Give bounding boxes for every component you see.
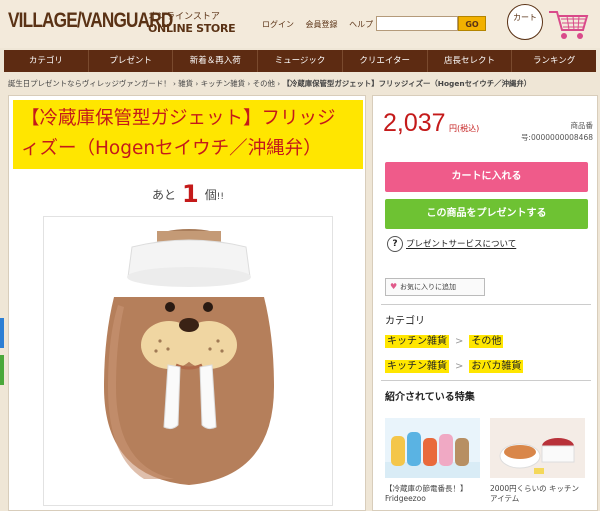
chevron-right-icon: >	[455, 361, 464, 372]
feature-title: 2000円くらいの キッチンアイテム	[490, 484, 579, 503]
purchase-panel: 2,037 円(税込) 商品番 号:0000000008468 カートに入れる …	[372, 95, 598, 511]
chevron-right-icon: >	[455, 336, 464, 347]
shopping-cart-icon[interactable]	[547, 6, 591, 42]
fridgeezoo-lineup-icon	[385, 432, 480, 478]
category-heading: カテゴリ	[385, 316, 425, 327]
product-main-panel: 【冷蔵庫保管型ガジェット】フリッジ ィズー（Hogenセイウチ／沖縄弁） あと 1…	[8, 95, 366, 511]
product-title-line2: ィズー（Hogenセイウチ／沖縄弁）	[21, 138, 322, 159]
heart-icon: ♥	[390, 282, 398, 291]
add-to-cart-button[interactable]: カートに入れる	[385, 162, 588, 192]
logo-subtitle: オンラインストア ONLINE STORE	[148, 11, 236, 35]
product-title: 【冷蔵庫保管型ガジェット】フリッジ ィズー（Hogenセイウチ／沖縄弁）	[13, 100, 363, 169]
top-links: ログイン 会員登録 ヘルプ	[262, 19, 382, 30]
nav-creator[interactable]: クリエイター	[343, 50, 428, 72]
category-kitchen-link[interactable]: キッチン雑貨	[385, 360, 449, 373]
search-go-button[interactable]: GO	[458, 16, 486, 31]
search-input[interactable]	[376, 16, 458, 31]
nav-category[interactable]: カテゴリ	[4, 50, 89, 72]
breadcrumb-kitchen[interactable]: キッチン雑貨	[201, 79, 245, 88]
stock-suffix: 個	[204, 188, 217, 202]
add-favorite-button[interactable]: ♥ お気に入りに追加	[385, 278, 485, 296]
breadcrumb-home[interactable]: 誕生日プレゼントならヴィレッジヴァンガード！	[8, 79, 171, 88]
cart-bubble-label: カート	[513, 13, 537, 22]
divider	[381, 380, 591, 381]
stock-mark: !!	[216, 192, 224, 202]
product-title-line1: 【冷蔵庫保管型ガジェット】フリッジ	[21, 108, 336, 129]
feature-image-kitchen	[490, 418, 585, 478]
question-icon: ?	[387, 236, 403, 252]
feature-card-fridgeezoo[interactable]: 【冷蔵庫の節電番長！】Fridgeezoo	[385, 418, 480, 504]
breadcrumb-other[interactable]: その他	[253, 79, 275, 88]
cart-bubble[interactable]: カート	[507, 4, 543, 40]
present-button[interactable]: この商品をプレゼントする	[385, 199, 588, 229]
product-number-label: 商品番	[570, 121, 594, 130]
feature-title: 【冷蔵庫の節電番長！】Fridgeezoo	[385, 484, 468, 503]
favorite-label: お気に入りに追加	[400, 283, 456, 291]
breadcrumb-current: 【冷蔵庫保管型ガジェット】フリッジィズー（Hogenセイウチ／沖縄弁）	[282, 79, 532, 88]
present-service-link[interactable]: ? プレゼントサービスについて	[387, 236, 516, 252]
breadcrumb-zakka[interactable]: 雑貨	[178, 79, 193, 88]
kitchen-items-icon	[499, 438, 575, 474]
category-row: キッチン雑貨 > おバカ雑貨	[385, 357, 524, 373]
divider	[381, 304, 591, 305]
category-other-link[interactable]: その他	[469, 335, 504, 348]
breadcrumb: 誕生日プレゼントならヴィレッジヴァンガード！ › 雑貨 › キッチン雑貨 › そ…	[8, 79, 532, 88]
side-tab-green[interactable]	[0, 355, 4, 385]
login-link[interactable]: ログイン	[262, 20, 294, 29]
side-tab-blue[interactable]	[0, 318, 4, 348]
stock-prefix: あと	[152, 188, 177, 202]
site-header: VILLAGE/VANGUARD オンラインストア ONLINE STORE ロ…	[0, 0, 600, 48]
stock-count: 1	[182, 180, 199, 208]
product-number: 商品番 号:0000000008468	[509, 120, 593, 144]
feature-image-fridgeezoo	[385, 418, 480, 478]
nav-music[interactable]: ミュージック	[258, 50, 343, 72]
category-obaka-link[interactable]: おバカ雑貨	[469, 360, 524, 373]
nav-manager-select[interactable]: 店長セレクト	[428, 50, 513, 72]
logo-subtitle-en: ONLINE STORE	[148, 22, 236, 35]
nav-ranking[interactable]: ランキング	[512, 50, 596, 72]
features-heading: 紹介されている特集	[385, 392, 475, 403]
present-service-label: プレゼントサービスについて	[406, 239, 517, 250]
price-unit: 円(税込)	[449, 124, 480, 133]
main-nav: カテゴリ プレゼント 新着＆再入荷 ミュージック クリエイター 店長セレクト ラ…	[4, 50, 596, 72]
category-kitchen-link[interactable]: キッチン雑貨	[385, 335, 449, 348]
product-image[interactable]	[43, 216, 333, 506]
nav-present[interactable]: プレゼント	[89, 50, 174, 72]
nav-new-arrivals[interactable]: 新着＆再入荷	[173, 50, 259, 72]
help-link[interactable]: ヘルプ	[349, 20, 373, 29]
product-number-value: 号:0000000008468	[520, 133, 593, 142]
category-row: キッチン雑貨 > その他	[385, 332, 504, 348]
feature-card-kitchen[interactable]: 2000円くらいの キッチンアイテム	[490, 418, 585, 504]
stock-indicator: あと 1 個!!	[9, 180, 367, 208]
walrus-figure-icon	[104, 229, 274, 485]
register-link[interactable]: 会員登録	[306, 20, 338, 29]
product-price: 2,037	[383, 109, 446, 137]
